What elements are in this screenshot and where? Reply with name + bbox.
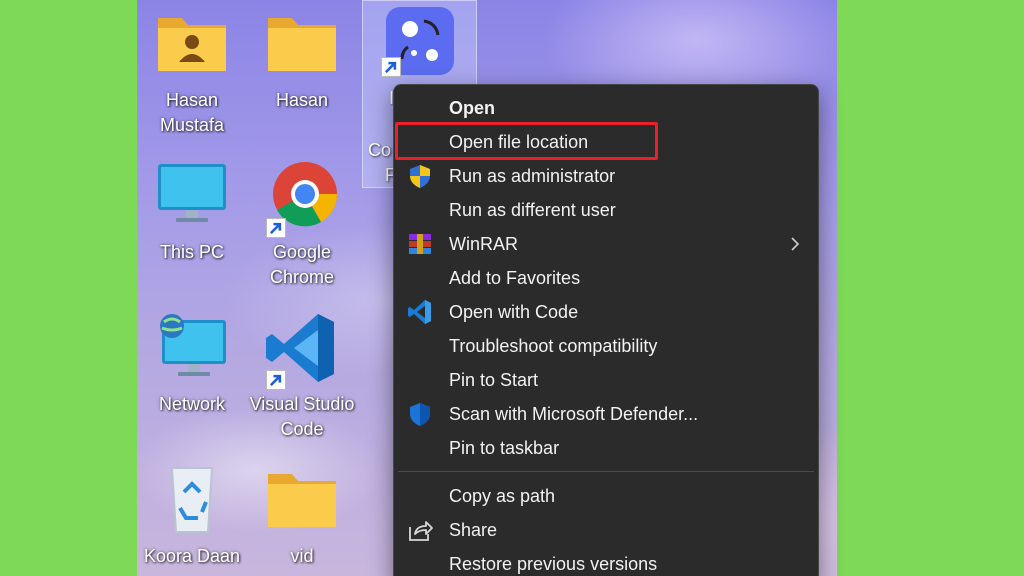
winrar-icon [407, 231, 433, 257]
icon-label: Koora Daan [143, 546, 241, 566]
menu-item-pin-to-start[interactable]: Pin to Start [394, 363, 818, 397]
network-icon [152, 312, 232, 384]
user-folder-icon [152, 8, 232, 80]
menu-item-label: Troubleshoot compatibility [449, 336, 658, 356]
defender-shield-icon [407, 401, 433, 427]
icon-label: Visual Studio Code [249, 394, 355, 439]
desktop-icon-recycle-bin[interactable]: Koora Daan [137, 464, 247, 569]
menu-item-label: Open with Code [449, 302, 579, 322]
icon-label: This PC [159, 242, 224, 262]
desktop-icon-network[interactable]: Network [137, 312, 247, 417]
uac-shield-icon [407, 163, 433, 189]
desktop-icon-google-chrome[interactable]: Google Chrome [247, 160, 357, 290]
desktop-icon-vid[interactable]: vid [247, 464, 357, 569]
menu-item-share[interactable]: Share [394, 513, 818, 547]
icon-label: vid [290, 546, 314, 566]
menu-item-label: Copy as path [449, 486, 556, 506]
menu-item-add-to-favorites[interactable]: Add to Favorites [394, 261, 818, 295]
monitor-icon [152, 160, 232, 232]
shortcut-arrow-icon [266, 218, 286, 238]
desktop-icon-hasan[interactable]: Hasan [247, 8, 357, 113]
vscode-icon [407, 299, 433, 325]
menu-item-label: Run as different user [449, 200, 616, 220]
menu-item-label: Pin to taskbar [449, 438, 560, 458]
menu-item-label: Share [449, 520, 498, 540]
desktop-icon-hasan-mustafa[interactable]: Hasan Mustafa [137, 8, 247, 138]
icon-label: Hasan Mustafa [159, 90, 225, 135]
menu-item-label: Scan with Microsoft Defender... [449, 404, 699, 424]
vscode-icon [262, 312, 342, 390]
share-icon [407, 517, 433, 543]
recycle-bin-icon [152, 464, 232, 536]
menu-item-pin-to-taskbar[interactable]: Pin to taskbar [394, 431, 818, 465]
shortcut-arrow-icon [381, 57, 401, 77]
menu-item-label: Open [449, 98, 496, 118]
menu-item-copy-as-path[interactable]: Copy as path [394, 479, 818, 513]
folder-icon [262, 464, 342, 536]
chrome-icon [262, 160, 342, 238]
menu-item-run-as-administrator[interactable]: Run as administrator [394, 159, 818, 193]
menu-item-winrar[interactable]: WinRAR [394, 227, 818, 261]
menu-item-label: Pin to Start [449, 370, 539, 390]
menu-item-open-with-code[interactable]: Open with Code [394, 295, 818, 329]
menu-separator [398, 471, 814, 472]
menu-item-restore-previous-versions[interactable]: Restore previous versions [394, 547, 818, 576]
desktop-icon-this-pc[interactable]: This PC [137, 160, 247, 265]
icon-label: Network [158, 394, 225, 414]
menu-item-label: Run as administrator [449, 166, 616, 186]
menu-item-troubleshoot-compatibility[interactable]: Troubleshoot compatibility [394, 329, 818, 363]
highlight-annotation-box [395, 122, 658, 160]
shortcut-arrow-icon [266, 370, 286, 390]
menu-item-scan-with-defender[interactable]: Scan with Microsoft Defender... [394, 397, 818, 431]
icon-label: Hasan [275, 90, 329, 110]
icon-label: Co [368, 140, 392, 160]
menu-item-label: Add to Favorites [449, 268, 581, 288]
menu-item-run-as-different-user[interactable]: Run as different user [394, 193, 818, 227]
menu-item-open[interactable]: Open [394, 91, 818, 125]
desktop-icon-visual-studio-code[interactable]: Visual Studio Code [247, 312, 357, 442]
chevron-right-icon [790, 235, 800, 253]
menu-item-label: Restore previous versions [449, 554, 658, 574]
icon-label: Google Chrome [269, 242, 335, 287]
menu-item-label: WinRAR [449, 234, 519, 254]
folder-icon [262, 8, 342, 80]
